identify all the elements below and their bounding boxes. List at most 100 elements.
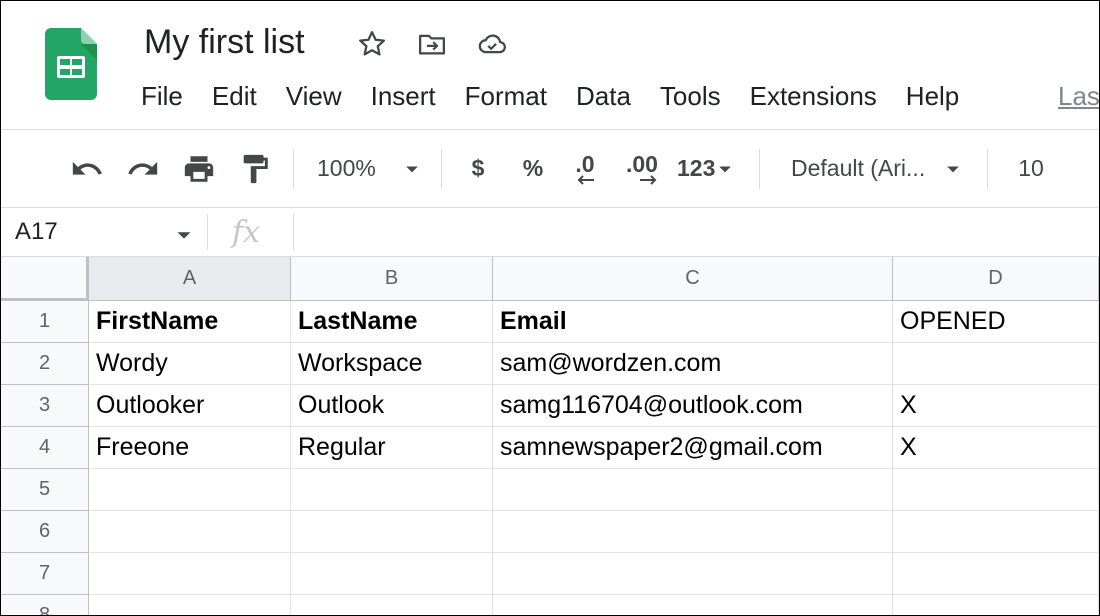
undo-button[interactable] xyxy=(67,130,107,207)
formula-divider xyxy=(207,214,208,250)
cell-a6[interactable] xyxy=(89,511,291,553)
font-family-select[interactable]: Default (Ari... xyxy=(791,130,971,207)
cell-a2[interactable]: Wordy xyxy=(89,343,291,385)
menu-data[interactable]: Data xyxy=(576,81,631,115)
cell-d7[interactable] xyxy=(893,553,1099,595)
chevron-down-icon xyxy=(405,166,418,172)
cell-a3[interactable]: Outlooker xyxy=(89,385,291,427)
cell-a7[interactable] xyxy=(89,553,291,595)
sheets-window: My first list File Edit View Insert Form… xyxy=(0,0,1100,616)
row-header-8[interactable]: 8 xyxy=(1,595,89,615)
select-all-corner[interactable] xyxy=(1,257,89,301)
chevron-down-icon xyxy=(947,166,960,172)
cell-a1[interactable]: FirstName xyxy=(89,301,291,343)
cell-c4[interactable]: samnewspaper2@gmail.com xyxy=(493,427,893,469)
cell-d4[interactable]: X xyxy=(893,427,1099,469)
arrow-left-icon xyxy=(577,174,594,185)
cell-b5[interactable] xyxy=(291,469,493,511)
cell-b1[interactable]: LastName xyxy=(291,301,493,343)
cell-d8[interactable] xyxy=(893,595,1099,615)
cell-c7[interactable] xyxy=(493,553,893,595)
cell-b2[interactable]: Workspace xyxy=(291,343,493,385)
format-currency-button[interactable]: $ xyxy=(463,130,493,207)
cell-d6[interactable] xyxy=(893,511,1099,553)
decrease-decimal-button[interactable]: .0 xyxy=(565,130,605,207)
row-header-2[interactable]: 2 xyxy=(1,343,89,385)
spreadsheet-grid: A B C D 1 FirstName LastName Email OPENED 2 Wordy W… xyxy=(1,257,1099,615)
cell-d3[interactable]: X xyxy=(893,385,1099,427)
menu-insert[interactable]: Insert xyxy=(371,81,436,115)
zoom-value: 100% xyxy=(317,155,376,181)
cell-c6[interactable] xyxy=(493,511,893,553)
menu-extensions[interactable]: Extensions xyxy=(750,81,877,115)
cell-a5[interactable] xyxy=(89,469,291,511)
row-header-5[interactable]: 5 xyxy=(1,469,89,511)
column-header-b[interactable]: B xyxy=(291,257,493,301)
toolbar-divider xyxy=(293,149,294,189)
redo-icon xyxy=(128,161,158,175)
arrow-right-icon xyxy=(640,174,657,185)
row-header-1[interactable]: 1 xyxy=(1,301,89,343)
font-family-value: Default (Ari... xyxy=(791,155,926,181)
formula-input[interactable] xyxy=(301,214,1091,250)
toolbar-divider xyxy=(759,149,760,189)
google-sheets-logo[interactable] xyxy=(45,28,97,100)
row-header-3[interactable]: 3 xyxy=(1,385,89,427)
menu-bar: File Edit View Insert Format Data Tools … xyxy=(141,81,988,115)
cell-c2[interactable]: sam@wordzen.com xyxy=(493,343,893,385)
cell-c5[interactable] xyxy=(493,469,893,511)
cell-c3[interactable]: samg116704@outlook.com xyxy=(493,385,893,427)
menu-edit[interactable]: Edit xyxy=(212,81,257,115)
toolbar: 100% $ % .0 .00 123 Default (Ari... 10 xyxy=(1,130,1099,208)
paint-format-button[interactable] xyxy=(235,130,275,207)
formula-divider xyxy=(293,214,294,250)
increase-decimal-button[interactable]: .00 xyxy=(619,130,665,207)
cell-d1[interactable]: OPENED xyxy=(893,301,1099,343)
menu-format[interactable]: Format xyxy=(465,81,547,115)
undo-icon xyxy=(72,161,102,175)
cell-d5[interactable] xyxy=(893,469,1099,511)
format-percent-button[interactable]: % xyxy=(517,130,549,207)
zoom-select[interactable]: 100% xyxy=(317,130,437,207)
print-icon xyxy=(184,155,214,182)
cell-a8[interactable] xyxy=(89,595,291,615)
number-format-select[interactable]: 123 xyxy=(677,130,747,207)
cell-a4[interactable]: Freeone xyxy=(89,427,291,469)
redo-button[interactable] xyxy=(123,130,163,207)
row-header-6[interactable]: 6 xyxy=(1,511,89,553)
cell-b8[interactable] xyxy=(291,595,493,615)
font-size-select[interactable]: 10 xyxy=(1011,130,1051,207)
cell-b4[interactable]: Regular xyxy=(291,427,493,469)
menu-view[interactable]: View xyxy=(286,81,342,115)
row-header-7[interactable]: 7 xyxy=(1,553,89,595)
cloud-saved-icon[interactable] xyxy=(477,29,507,59)
cell-b7[interactable] xyxy=(291,553,493,595)
fx-icon: fx xyxy=(232,215,261,250)
name-box[interactable]: A17 xyxy=(15,218,58,246)
menu-tools[interactable]: Tools xyxy=(660,81,721,115)
column-header-c[interactable]: C xyxy=(493,257,893,301)
toolbar-divider xyxy=(441,149,442,189)
chevron-down-icon xyxy=(719,166,732,172)
menu-help[interactable]: Help xyxy=(906,81,959,115)
cell-b6[interactable] xyxy=(291,511,493,553)
print-button[interactable] xyxy=(179,130,219,207)
cell-d2[interactable] xyxy=(893,343,1099,385)
document-title[interactable]: My first list xyxy=(144,23,305,62)
app-header: My first list File Edit View Insert Form… xyxy=(1,1,1099,130)
cell-b3[interactable]: Outlook xyxy=(291,385,493,427)
column-header-a[interactable]: A xyxy=(89,257,291,301)
paint-format-icon xyxy=(243,154,268,183)
chevron-down-icon[interactable] xyxy=(173,224,195,246)
column-header-d[interactable]: D xyxy=(893,257,1099,301)
last-edit-link[interactable]: Las xyxy=(1058,81,1099,112)
menu-file[interactable]: File xyxy=(141,81,183,115)
cell-c1[interactable]: Email xyxy=(493,301,893,343)
row-header-4[interactable]: 4 xyxy=(1,427,89,469)
star-icon[interactable] xyxy=(357,29,387,59)
move-to-folder-icon[interactable] xyxy=(417,29,447,59)
toolbar-divider xyxy=(987,149,988,189)
cell-c8[interactable] xyxy=(493,595,893,615)
formula-bar: A17 fx xyxy=(1,208,1099,257)
font-size-value: 10 xyxy=(1018,155,1044,181)
